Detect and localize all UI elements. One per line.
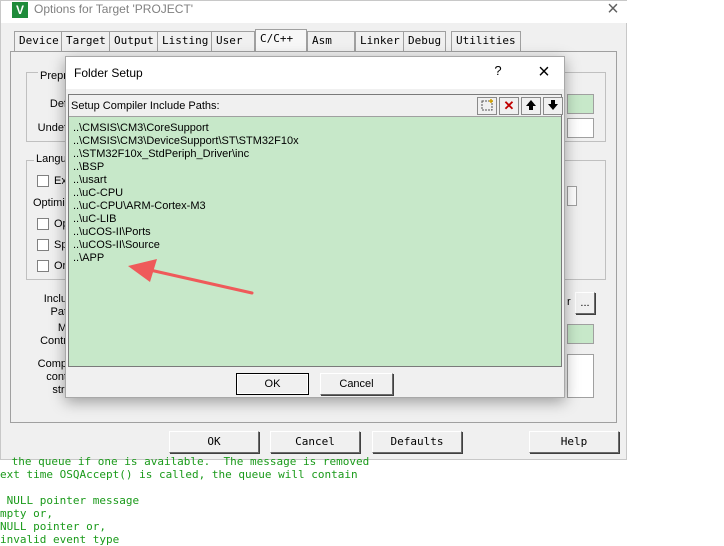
- split-checkbox[interactable]: [37, 239, 49, 251]
- optimize-checkbox[interactable]: [37, 218, 49, 230]
- list-item[interactable]: ..\APP: [73, 252, 557, 265]
- include-label: Inclu: [43, 293, 67, 305]
- compiler-control-label: cont: [46, 371, 67, 383]
- execute-only-checkbox[interactable]: [37, 175, 49, 187]
- close-icon[interactable]: ×: [532, 60, 556, 84]
- language-group-label: Langu: [34, 153, 69, 165]
- define-field[interactable]: [567, 94, 594, 114]
- tab-user[interactable]: User: [211, 31, 255, 51]
- new-folder-icon[interactable]: [477, 97, 497, 115]
- options-cancel-button[interactable]: Cancel: [270, 431, 360, 453]
- folder-setup-ok-button[interactable]: OK: [236, 373, 309, 395]
- misc-controls-label: Contr: [40, 335, 67, 347]
- include-paths-header: Setup Compiler Include Paths: ✕: [69, 95, 563, 117]
- options-ok-button[interactable]: OK: [169, 431, 259, 453]
- options-help-button[interactable]: Help: [529, 431, 619, 453]
- move-up-icon[interactable]: [521, 97, 541, 115]
- list-item[interactable]: ..\uC-LIB: [73, 213, 557, 226]
- list-item[interactable]: ..\CMSIS\CM3\DeviceSupport\ST\STM32F10x: [73, 135, 557, 148]
- list-item[interactable]: ..\uCOS-II\Ports: [73, 226, 557, 239]
- list-item[interactable]: ..\BSP: [73, 161, 557, 174]
- define-label: Def: [49, 98, 67, 110]
- options-window-title: Options for Target 'PROJECT': [34, 2, 194, 16]
- tab-c-cpp[interactable]: C/C++: [255, 29, 307, 51]
- code-line: ext time OSQAccept() is called, the queu…: [0, 468, 358, 481]
- list-item[interactable]: ..\uC-CPU: [73, 187, 557, 200]
- list-item[interactable]: ..\STM32F10x_StdPeriph_Driver\inc: [73, 148, 557, 161]
- folder-setup-cancel-button[interactable]: Cancel: [320, 373, 393, 395]
- arrow-up-glyph: [526, 100, 536, 110]
- undefine-label: Undef: [37, 122, 67, 134]
- arrow-down-glyph: [548, 100, 558, 110]
- misc-label: M: [57, 322, 67, 334]
- code-line: NULL pointer or,: [0, 520, 106, 533]
- options-defaults-button[interactable]: Defaults: [372, 431, 462, 453]
- folder-setup-title: Folder Setup: [74, 66, 143, 80]
- keil-logo-icon: V: [12, 2, 28, 18]
- undefine-field[interactable]: [567, 118, 594, 138]
- code-line: NULL pointer message: [0, 494, 140, 507]
- tab-asm[interactable]: Asm: [307, 31, 355, 51]
- misc-controls-field[interactable]: [567, 324, 594, 344]
- tab-listing[interactable]: Listing: [157, 31, 214, 51]
- list-item[interactable]: ..\CMSIS\CM3\CoreSupport: [73, 122, 557, 135]
- folder-setup-title-bar: Folder Setup ? ×: [66, 57, 564, 89]
- include-paths-list[interactable]: ..\CMSIS\CM3\CoreSupport ..\CMSIS\CM3\De…: [73, 122, 557, 265]
- tab-linker[interactable]: Linker: [355, 31, 405, 51]
- delete-icon[interactable]: ✕: [499, 97, 519, 115]
- tab-output[interactable]: Output: [109, 31, 159, 51]
- options-title-bar: V Options for Target 'PROJECT' ×: [1, 0, 628, 23]
- compiler-control-string-field: [567, 354, 594, 398]
- options-close-icon[interactable]: ×: [599, 0, 627, 20]
- folder-setup-dialog: Folder Setup ? × Setup Compiler Include …: [65, 56, 565, 398]
- include-paths-list-panel: Setup Compiler Include Paths: ✕ ..\CMSIS…: [68, 94, 563, 367]
- list-item[interactable]: ..\uCOS-II\Source: [73, 239, 557, 252]
- new-folder-glyph: [481, 99, 493, 111]
- one-elf-checkbox[interactable]: [37, 260, 49, 272]
- tab-target[interactable]: Target: [61, 31, 111, 51]
- move-down-icon[interactable]: [543, 97, 563, 115]
- paths-label: Pat: [50, 306, 67, 318]
- tab-device[interactable]: Device: [14, 31, 64, 51]
- help-icon[interactable]: ?: [490, 63, 506, 83]
- include-paths-header-label: Setup Compiler Include Paths:: [71, 100, 220, 112]
- include-paths-browse-button[interactable]: ...: [575, 292, 595, 314]
- warnings-dropdown[interactable]: [567, 186, 577, 206]
- tab-debug[interactable]: Debug: [403, 31, 447, 51]
- list-item[interactable]: ..\usart: [73, 174, 557, 187]
- compiler-string-label: stri: [52, 384, 67, 396]
- code-line: mpty or,: [0, 507, 53, 520]
- tab-utilities[interactable]: Utilities: [451, 31, 521, 51]
- code-line: the queue if one is available. The messa…: [5, 455, 370, 468]
- include-paths-browse-partial: r: [567, 296, 571, 308]
- code-line: invalid event type: [0, 533, 120, 546]
- list-item[interactable]: ..\uC-CPU\ARM-Cortex-M3: [73, 200, 557, 213]
- compiler-label: Comp: [37, 358, 67, 370]
